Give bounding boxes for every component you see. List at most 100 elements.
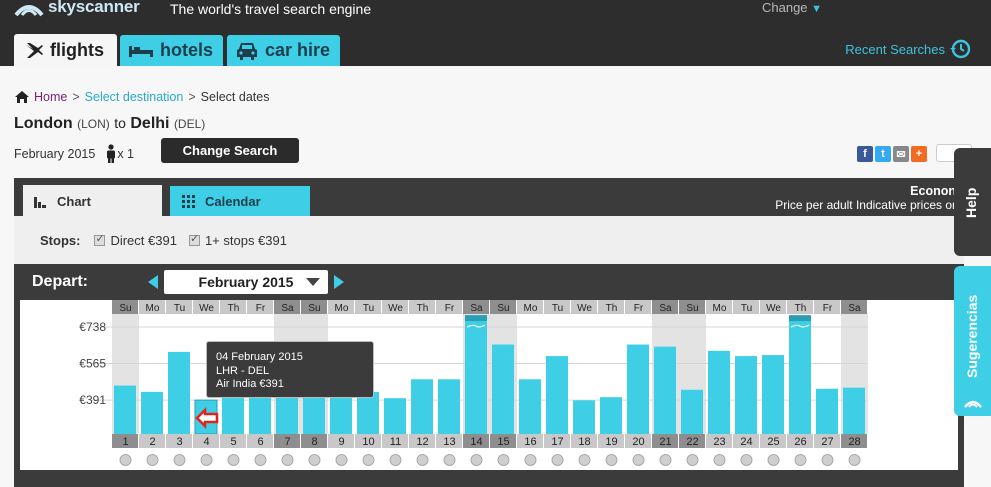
price-bar[interactable]	[546, 356, 568, 434]
return-day-radio[interactable]	[308, 454, 321, 466]
return-day-radio[interactable]	[497, 454, 510, 466]
price-bar[interactable]	[627, 344, 649, 434]
dropdown-arrow-icon	[306, 278, 320, 286]
price-bar[interactable]	[762, 355, 784, 434]
weekday-label: Sa	[659, 303, 672, 314]
depart-label: Depart:	[32, 273, 89, 290]
return-day-radio[interactable]	[173, 454, 186, 466]
price-bar[interactable]	[789, 316, 811, 434]
return-day-radio[interactable]	[389, 454, 402, 466]
return-day-radio[interactable]	[794, 454, 807, 466]
return-day-radio[interactable]	[335, 454, 348, 466]
twitter-icon[interactable]: t	[875, 146, 891, 162]
tab-hotels[interactable]: hotels	[120, 35, 223, 66]
day-number-label: 4	[203, 436, 209, 448]
price-bar[interactable]	[735, 356, 757, 434]
one-plus-stops-checkbox[interactable]: 1+ stops €391	[188, 232, 287, 248]
tooltip-date: 04 February 2015	[216, 351, 303, 363]
return-day-radio[interactable]	[524, 454, 537, 466]
return-day-radio[interactable]	[605, 454, 618, 466]
recent-searches-link[interactable]: Recent Searches	[845, 38, 971, 60]
return-day-radio[interactable]	[551, 454, 564, 466]
skyscanner-logo[interactable]: skyscanner	[14, 0, 140, 18]
price-bar[interactable]	[168, 351, 190, 434]
price-bar[interactable]	[492, 344, 514, 434]
price-bar[interactable]	[330, 391, 352, 434]
day-number-label: 15	[497, 436, 509, 448]
email-icon[interactable]: ✉	[893, 146, 909, 162]
price-bar[interactable]	[816, 388, 838, 434]
return-day-radio[interactable]	[362, 454, 375, 466]
price-bar[interactable]	[222, 391, 244, 434]
price-info: Econon Price per adult Indicative prices…	[775, 184, 956, 212]
price-bar[interactable]	[357, 391, 379, 434]
day-number-label: 7	[284, 436, 290, 448]
return-day-radio[interactable]	[119, 454, 132, 466]
return-day-radio[interactable]	[848, 454, 861, 466]
change-search-button[interactable]: Change Search	[161, 138, 299, 163]
y-tick-label: €565	[79, 356, 106, 370]
price-bar[interactable]	[843, 387, 865, 434]
weekday-label: We	[388, 303, 403, 314]
return-day-radio[interactable]	[200, 454, 213, 466]
day-number-label: 21	[659, 436, 671, 448]
return-day-radio[interactable]	[767, 454, 780, 466]
price-bar[interactable]	[465, 316, 487, 434]
breadcrumb-select-destination[interactable]: Select destination	[85, 90, 184, 104]
price-bar[interactable]	[681, 389, 703, 434]
return-day-radio[interactable]	[281, 454, 294, 466]
day-number-label: 24	[740, 436, 752, 448]
price-bar[interactable]	[411, 379, 433, 434]
destination-code: (DEL)	[173, 117, 206, 131]
price-bar[interactable]	[654, 346, 676, 434]
price-bar[interactable]	[708, 350, 730, 434]
weekday-label: We	[199, 303, 214, 314]
return-day-radio[interactable]	[713, 454, 726, 466]
day-number-label: 27	[821, 436, 833, 448]
price-bar[interactable]	[384, 398, 406, 434]
return-day-radio[interactable]	[578, 454, 591, 466]
addthis-plus-icon[interactable]: +	[911, 146, 927, 162]
next-month-icon[interactable]	[334, 275, 344, 289]
change-label: Change	[762, 0, 808, 15]
month-select[interactable]: February 2015	[164, 270, 328, 294]
price-bar[interactable]	[141, 391, 163, 434]
return-day-radio[interactable]	[659, 454, 672, 466]
weekday-label: Mo	[524, 303, 538, 314]
price-bar[interactable]	[573, 400, 595, 434]
return-day-radio[interactable]	[821, 454, 834, 466]
change-language-link[interactable]: Change ▼	[762, 0, 822, 15]
return-day-radio[interactable]	[254, 454, 267, 466]
breadcrumb: Home > Select destination > Select dates	[14, 90, 269, 104]
previous-month-icon[interactable]	[148, 275, 158, 289]
price-bar[interactable]	[114, 385, 136, 434]
return-day-radio[interactable]	[443, 454, 456, 466]
return-day-radio[interactable]	[686, 454, 699, 466]
price-bar[interactable]	[303, 391, 325, 434]
direct-checkbox[interactable]: Direct €391	[94, 232, 177, 248]
price-bar[interactable]	[600, 397, 622, 434]
price-bar[interactable]	[519, 379, 541, 434]
tooltip-price: Air India €391	[216, 378, 284, 390]
return-day-radio[interactable]	[416, 454, 429, 466]
return-day-radio[interactable]	[632, 454, 645, 466]
return-day-radio[interactable]	[470, 454, 483, 466]
tab-flights[interactable]: flights	[14, 34, 117, 67]
bar-cap-marker	[789, 315, 811, 322]
tab-calendar[interactable]: Calendar	[170, 186, 310, 216]
help-side-tab[interactable]: Help	[954, 148, 991, 256]
breadcrumb-home[interactable]: Home	[34, 90, 67, 104]
search-month: February 2015	[14, 147, 96, 161]
tab-car-hire[interactable]: car hire	[227, 35, 340, 66]
suggestions-side-tab[interactable]: Sugerencias	[954, 266, 991, 416]
day-number-label: 28	[848, 436, 860, 448]
weekday-label: Th	[795, 303, 807, 314]
return-day-radio[interactable]	[146, 454, 159, 466]
return-day-radio[interactable]	[227, 454, 240, 466]
tab-chart[interactable]: Chart	[23, 185, 162, 217]
facebook-icon[interactable]: f	[857, 146, 873, 162]
weekday-label: Fr	[823, 303, 833, 314]
return-day-radio[interactable]	[740, 454, 753, 466]
price-bar[interactable]	[438, 379, 460, 434]
day-number-label: 20	[632, 436, 644, 448]
